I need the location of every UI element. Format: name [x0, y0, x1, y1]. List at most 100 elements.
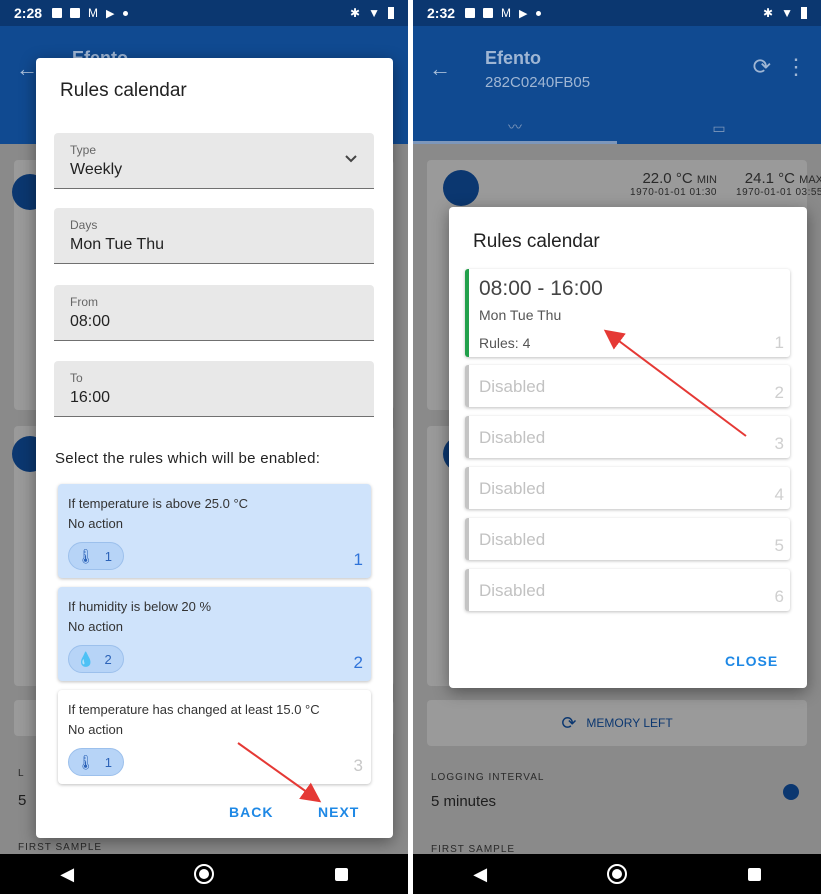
more-notifications-icon [122, 10, 128, 16]
back-button[interactable]: BACK [229, 804, 273, 820]
min-value: 22.0 °C [642, 170, 693, 187]
nav-back-icon[interactable]: ◀ [60, 864, 74, 885]
status-time: 2:28 [14, 5, 43, 21]
rules-calendar-dialog: Rules calendar Type Weekly Days Mon Tue … [36, 58, 393, 838]
select-rules-caption: Select the rules which will be enabled: [55, 450, 321, 467]
days-field[interactable]: Days Mon Tue Thu [54, 208, 374, 264]
gmail-notification-icon: M [501, 6, 512, 20]
calendar-entry-2[interactable]: Disabled 2 [465, 365, 790, 407]
first-sample-label: FIRST SAMPLE [18, 842, 103, 853]
gmail-notification-icon: M [88, 6, 99, 20]
entry-number: 5 [774, 536, 784, 555]
navigation-bar: ◀ [0, 854, 408, 894]
rule-card-2[interactable]: If humidity is below 20 % No action 💧 2 … [58, 587, 371, 681]
chevron-down-icon [344, 151, 358, 167]
play-notification-icon: ▶ [106, 7, 115, 20]
tab-bar: 〰 ▭ [413, 112, 821, 144]
play-notification-icon: ▶ [519, 7, 528, 20]
screenshot-notification-icon [70, 8, 81, 18]
nav-recents-icon[interactable] [747, 867, 761, 881]
rule-card-1[interactable]: If temperature is above 25.0 °C No actio… [58, 484, 371, 578]
entry-disabled-label: Disabled [479, 377, 546, 396]
rule-number: 2 [353, 653, 363, 672]
logging-interval-value: 5 minutes [431, 793, 497, 810]
chip-count: 2 [104, 651, 112, 667]
calendar-entry-6[interactable]: Disabled 6 [465, 569, 790, 611]
field-value: Mon Tue Thu [70, 236, 164, 253]
dialog-title: Rules calendar [60, 80, 187, 101]
logging-interval-value: 5 [18, 792, 27, 809]
status-bar: 2:32 M ▶ ✱ ▼ [413, 0, 821, 26]
thermometer-icon: 🌡 [77, 753, 95, 770]
to-field[interactable]: To 16:00 [54, 361, 374, 417]
from-field[interactable]: From 08:00 [54, 285, 374, 341]
rule-action: No action [68, 516, 123, 531]
calendar-entry-1[interactable]: 08:00 - 16:00 Mon Tue Thu Rules: 4 1 [465, 269, 790, 357]
bluetooth-icon: ✱ [763, 6, 774, 20]
area-chart-icon: ▭ [712, 119, 726, 136]
nav-back-icon[interactable]: ◀ [473, 864, 487, 885]
more-notifications-icon [535, 10, 541, 16]
nav-home-icon[interactable] [607, 864, 628, 884]
entry-disabled-label: Disabled [479, 581, 546, 600]
entry-number: 4 [774, 485, 784, 504]
field-label: To [70, 371, 83, 385]
app-bar: ← Efento 282C0240FB05 ⟳ ⋮ 〰 ▭ [413, 26, 821, 144]
sync-icon[interactable]: ⟳ [753, 54, 771, 80]
logging-interval-label: L [18, 768, 25, 779]
chip-count: 1 [104, 754, 113, 770]
min-stat: 22.0 °C MIN 1970-01-01 01:30 [577, 170, 717, 198]
min-label: MIN [696, 174, 717, 186]
entry-disabled-label: Disabled [479, 530, 546, 549]
logging-interval-label: LOGGING INTERVAL [431, 772, 545, 783]
type-select[interactable]: Type Weekly [54, 133, 374, 189]
battery-icon [388, 7, 394, 19]
navigation-bar: ◀ [413, 854, 821, 894]
wifi-icon: ▼ [368, 6, 380, 20]
nav-home-icon[interactable] [194, 864, 215, 884]
entry-time-range: 08:00 - 16:00 [479, 277, 603, 300]
field-value: 16:00 [70, 389, 111, 406]
calendar-entry-5[interactable]: Disabled 5 [465, 518, 790, 560]
entry-days: Mon Tue Thu [479, 307, 562, 323]
rule-condition: If humidity is below 20 % [68, 599, 212, 614]
next-button[interactable]: NEXT [318, 804, 359, 820]
field-label: Type [70, 143, 97, 157]
field-label: From [70, 295, 98, 309]
entry-disabled-label: Disabled [479, 479, 546, 498]
entry-number: 1 [774, 333, 784, 352]
rule-chip: 🌡 1 [68, 748, 124, 776]
field-label: Days [70, 218, 98, 232]
rule-action: No action [68, 722, 123, 737]
calendar-entry-4[interactable]: Disabled 4 [465, 467, 790, 509]
nav-recents-icon[interactable] [334, 867, 348, 881]
right-screen: 2:32 M ▶ ✱ ▼ ← Efento 282C0240FB05 ⟳ ⋮ 〰… [413, 0, 821, 894]
memory-left-button[interactable]: ⟳ MEMORY LEFT [427, 700, 807, 746]
arrow-left-icon[interactable]: ← [429, 56, 451, 82]
rule-chip: 💧 2 [68, 645, 124, 673]
app-title: Efento [485, 48, 541, 68]
rule-card-3[interactable]: If temperature has changed at least 15.0… [58, 690, 371, 784]
screenshot-notification-icon [483, 8, 494, 18]
entry-disabled-label: Disabled [479, 428, 546, 447]
sync-icon: ⟳ [561, 712, 577, 733]
close-button[interactable]: CLOSE [725, 653, 778, 669]
entry-number: 6 [774, 587, 784, 606]
calendar-entry-3[interactable]: Disabled 3 [465, 416, 790, 458]
thermometer-icon: 🌡 [77, 547, 95, 564]
timer-icon[interactable] [783, 784, 799, 800]
tab-table[interactable]: ▭ [617, 112, 821, 144]
battery-icon [801, 7, 807, 19]
rule-number: 1 [353, 550, 363, 569]
bluetooth-icon: ✱ [350, 6, 361, 20]
humidity-icon: 💧 [77, 650, 95, 667]
arrow-left-icon[interactable]: ← [16, 56, 38, 82]
rule-number: 3 [353, 756, 363, 775]
more-vert-icon[interactable]: ⋮ [785, 54, 807, 80]
thermometer-icon [443, 170, 479, 206]
status-time: 2:32 [427, 5, 456, 21]
gallery-notification-icon [52, 8, 63, 18]
tab-chart[interactable]: 〰 [413, 112, 617, 144]
max-date: 1970-01-01 03:55 [736, 187, 821, 198]
chip-count: 1 [104, 548, 113, 564]
